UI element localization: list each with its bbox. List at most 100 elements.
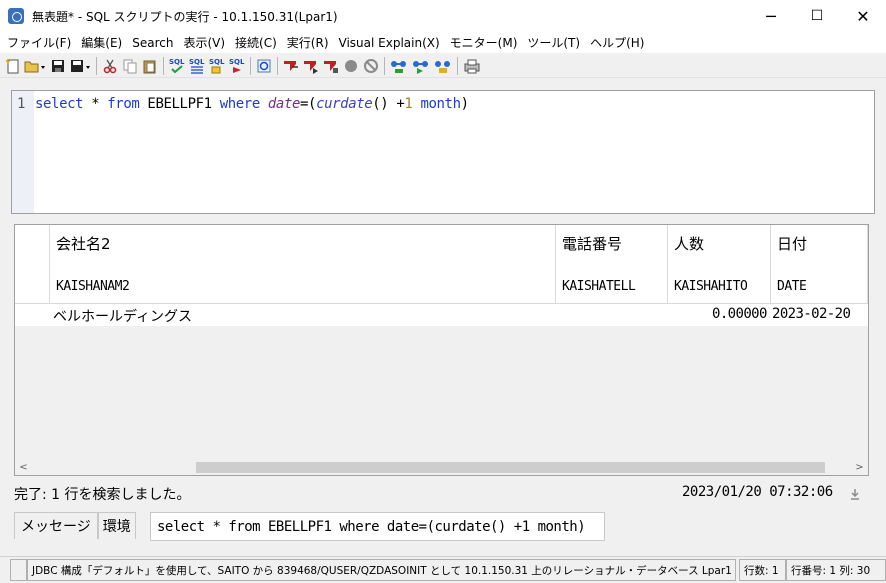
- horizontal-scrollbar[interactable]: < >: [15, 460, 868, 475]
- menu-visual-explain[interactable]: Visual Explain(X): [334, 36, 445, 50]
- toolbar-divider: [163, 56, 164, 75]
- window-title: 無表題* - SQL スクリプトの実行 - 10.1.150.31(Lpar1): [32, 9, 338, 24]
- toolbar-divider: [96, 56, 97, 75]
- menu-search[interactable]: Search: [127, 36, 178, 50]
- menu-connection[interactable]: 接続(C): [230, 34, 282, 51]
- column-field: KAISHAHITO: [674, 279, 748, 294]
- open-folder-icon[interactable]: [23, 56, 47, 75]
- explain-icon[interactable]: [281, 56, 300, 75]
- sql-token: () +: [372, 96, 405, 112]
- status-message: 完了: 1 行を検索しました。: [14, 487, 191, 503]
- cell-date: 2023-02-20: [772, 306, 851, 322]
- menu-monitor[interactable]: モニター(M): [445, 34, 523, 51]
- column-label: 会社名2: [56, 235, 111, 253]
- status-timestamp: 2023/01/20 07:32:06: [682, 484, 833, 500]
- column-header-company-name[interactable]: 会社名2 KAISHANAM2: [50, 225, 556, 304]
- save-icon[interactable]: [48, 56, 67, 75]
- scroll-left-icon[interactable]: <: [15, 460, 32, 475]
- sql-keyword: month: [420, 96, 461, 112]
- connection-info: JDBC 構成「デフォルト」を使用して、SAITO から 839468/QUSE…: [27, 559, 736, 581]
- sql-check-icon[interactable]: SQL: [167, 56, 186, 75]
- cursor-position: 行番号: 1 列: 30: [786, 559, 886, 581]
- print-icon[interactable]: [461, 56, 482, 75]
- svg-text:SQL: SQL: [209, 58, 225, 66]
- explain-only-icon[interactable]: [321, 56, 340, 75]
- svg-text:SQL: SQL: [229, 58, 245, 66]
- connect-icon[interactable]: [388, 56, 409, 75]
- reconnect-icon[interactable]: [410, 56, 431, 75]
- line-number: 1: [17, 96, 26, 112]
- output-tabs: メッセージ 環境: [14, 512, 136, 541]
- column-field: DATE: [777, 279, 807, 294]
- column-field: KAISHANAM2: [56, 279, 130, 294]
- toolbar-divider: [250, 56, 251, 75]
- line-gutter: 1: [12, 91, 34, 213]
- toolbar-divider: [277, 56, 278, 75]
- toolbar-divider: [457, 56, 458, 75]
- sql-column: date: [267, 96, 301, 112]
- maximize-button[interactable]: ☐: [794, 0, 840, 32]
- menu-help[interactable]: ヘルプ(H): [585, 34, 649, 51]
- svg-text:SQL: SQL: [169, 58, 185, 66]
- column-label: 人数: [674, 235, 705, 253]
- sql-run-all-icon[interactable]: SQL: [187, 56, 206, 75]
- sql-token: ): [460, 96, 469, 112]
- sql-code-line[interactable]: select * from EBELLPF1 where date=(curda…: [35, 96, 469, 112]
- disconnect-icon[interactable]: [432, 56, 453, 75]
- window-controls: ─ ☐ ✕: [748, 0, 886, 32]
- toolbar-divider: [384, 56, 385, 75]
- cell-headcount: 0.00000: [712, 306, 767, 322]
- column-header-headcount[interactable]: 人数 KAISHAHITO: [668, 225, 771, 304]
- column-label: 日付: [777, 235, 808, 253]
- column-header-phone[interactable]: 電話番号 KAISHATELL: [556, 225, 668, 304]
- column-field: KAISHATELL: [562, 279, 636, 294]
- column-header-date[interactable]: 日付 DATE: [771, 225, 868, 304]
- sql-token: *: [83, 96, 108, 112]
- svg-text:SQL: SQL: [189, 58, 205, 66]
- cell-company-name: ベルホールディングス: [53, 309, 193, 325]
- result-grid-body: 会社名2 KAISHANAM2 電話番号 KAISHATELL 人数 KAISH…: [15, 225, 868, 460]
- toolbar: SQL SQL SQL SQL: [0, 54, 886, 78]
- result-grid[interactable]: 会社名2 KAISHANAM2 電話番号 KAISHATELL 人数 KAISH…: [14, 224, 869, 476]
- status-bar: JDBC 構成「デフォルト」を使用して、SAITO から 839468/QUSE…: [0, 556, 886, 583]
- table-row[interactable]: ベルホールディングス 0.00000 2023-02-20: [15, 304, 868, 326]
- new-file-icon[interactable]: [3, 56, 22, 75]
- cut-icon[interactable]: [100, 56, 119, 75]
- sql-keyword: from: [107, 96, 140, 112]
- sql-keyword: where: [219, 96, 261, 112]
- row-count: 行数: 1: [739, 559, 786, 581]
- sql-table-name: EBELLPF1: [139, 96, 220, 112]
- column-label: 電話番号: [562, 235, 623, 253]
- scroll-right-icon[interactable]: >: [851, 460, 868, 475]
- menu-bar: ファイル(F) 編集(E) Search 表示(V) 接続(C) 実行(R) V…: [0, 32, 886, 53]
- cancel-icon[interactable]: [361, 56, 380, 75]
- scrollbar-thumb[interactable]: [196, 462, 825, 473]
- save-as-icon[interactable]: [68, 56, 92, 75]
- status-bar-grip: [10, 559, 27, 581]
- copy-icon[interactable]: [120, 56, 139, 75]
- sql-keyword: select: [35, 96, 84, 112]
- minimize-button[interactable]: ─: [748, 0, 794, 32]
- refresh-icon[interactable]: [254, 56, 273, 75]
- run-and-explain-icon[interactable]: [301, 56, 320, 75]
- last-statement: select * from EBELLPF1 where date=(curda…: [150, 512, 605, 541]
- sql-function: curdate: [316, 96, 373, 112]
- menu-run[interactable]: 実行(R): [282, 34, 334, 51]
- app-icon: [8, 8, 24, 24]
- tab-environment[interactable]: 環境: [97, 512, 136, 539]
- paste-icon[interactable]: [140, 56, 159, 75]
- close-button[interactable]: ✕: [840, 0, 886, 32]
- sql-token: =(: [300, 96, 317, 112]
- menu-view[interactable]: 表示(V): [178, 34, 230, 51]
- sql-run-from-icon[interactable]: SQL: [227, 56, 246, 75]
- menu-edit[interactable]: 編集(E): [76, 34, 127, 51]
- title-bar: 無表題* - SQL スクリプトの実行 - 10.1.150.31(Lpar1)…: [0, 0, 886, 32]
- pin-icon[interactable]: [848, 487, 862, 501]
- menu-file[interactable]: ファイル(F): [2, 34, 76, 51]
- sql-run-selected-icon[interactable]: SQL: [207, 56, 226, 75]
- menu-tools[interactable]: ツール(T): [522, 34, 585, 51]
- tab-messages[interactable]: メッセージ: [14, 512, 98, 539]
- sql-editor[interactable]: 1 select * from EBELLPF1 where date=(cur…: [11, 90, 875, 214]
- stop-icon[interactable]: [341, 56, 360, 75]
